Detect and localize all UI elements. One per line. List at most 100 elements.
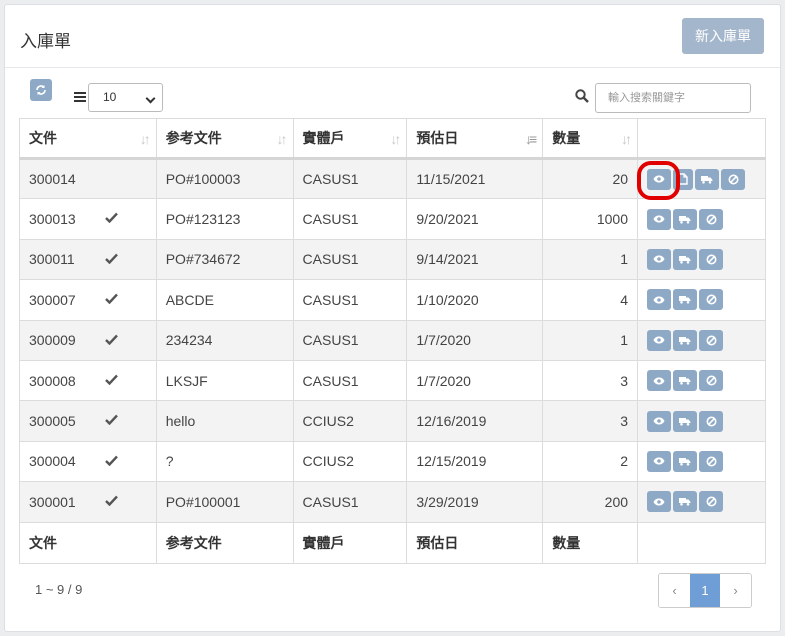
document-number[interactable]: 300014 — [29, 171, 76, 187]
table-row: 300008 LKSJF CASUS1 1/7/2020 3 — [19, 359, 766, 402]
ship-button[interactable] — [695, 168, 720, 190]
cell-estimated-date: 12/16/2019 — [406, 400, 544, 442]
ship-button[interactable] — [673, 248, 698, 270]
cell-document: 300004 — [19, 440, 157, 483]
eye-icon — [653, 377, 665, 385]
list-icon — [74, 92, 86, 104]
ban-icon — [728, 174, 739, 185]
search-input[interactable]: 輸入搜索關鍵字 — [595, 83, 751, 113]
document-number[interactable]: 300013 — [29, 211, 76, 227]
eye-icon — [653, 417, 665, 425]
footer-reference: 参考文件 — [155, 521, 294, 564]
document-number[interactable]: 300005 — [29, 413, 76, 429]
cell-quantity: 3 — [542, 400, 639, 442]
cancel-button[interactable] — [699, 208, 724, 230]
cell-estimated-date: 12/15/2019 — [406, 440, 544, 483]
view-button[interactable] — [647, 370, 672, 392]
refresh-button[interactable] — [30, 79, 52, 101]
cell-document: 300014 — [19, 157, 157, 200]
footer-entity: 實體戶 — [292, 521, 408, 564]
row-actions — [647, 289, 756, 311]
table-row: 300005 hello CCIUS2 12/16/2019 3 — [19, 400, 766, 442]
ship-button[interactable] — [673, 370, 698, 392]
ship-button[interactable] — [673, 410, 698, 432]
row-actions — [647, 370, 756, 392]
cancel-button[interactable] — [699, 370, 724, 392]
cell-document: 300005 — [19, 400, 157, 442]
table-row: 300001 PO#100001 CASUS1 3/29/2019 200 — [19, 481, 766, 523]
ban-icon — [706, 294, 717, 305]
table-row: 300013 PO#123123 CASUS1 9/20/2021 1000 — [19, 198, 766, 240]
ship-button[interactable] — [673, 208, 698, 230]
truck-icon — [701, 175, 713, 184]
cell-actions — [637, 440, 766, 483]
sort-icon: ↓↑ — [621, 131, 632, 147]
document-number[interactable]: 300001 — [29, 494, 76, 510]
cell-entity: CASUS1 — [292, 198, 408, 240]
cell-estimated-date: 9/14/2021 — [406, 238, 544, 281]
truck-icon — [679, 215, 691, 224]
prev-page-button[interactable]: ‹ — [659, 574, 690, 607]
document-number[interactable]: 300011 — [29, 251, 75, 267]
column-header-estimated-date[interactable]: 預估日 ↓≡ — [406, 118, 544, 160]
column-header-entity[interactable]: 實體戶 ↓↑ — [292, 118, 408, 160]
cell-quantity: 3 — [542, 359, 639, 402]
check-icon — [105, 493, 118, 509]
ban-icon — [706, 375, 717, 386]
cancel-button[interactable] — [699, 450, 724, 472]
ship-button[interactable] — [673, 289, 698, 311]
cancel-button[interactable] — [699, 491, 724, 513]
page-button-current[interactable]: 1 — [690, 574, 720, 607]
view-button[interactable] — [647, 491, 672, 513]
view-button[interactable] — [647, 410, 672, 432]
cell-entity: CASUS1 — [292, 319, 408, 361]
cancel-button[interactable] — [699, 329, 724, 351]
cell-reference: PO#734672 — [155, 238, 294, 281]
cancel-button[interactable] — [699, 289, 724, 311]
view-button[interactable] — [647, 329, 672, 351]
view-button[interactable] — [647, 248, 672, 270]
document-number[interactable]: 300004 — [29, 453, 76, 469]
cancel-button[interactable] — [699, 248, 724, 270]
cancel-button[interactable] — [721, 168, 746, 190]
document-number[interactable]: 300009 — [29, 332, 76, 348]
next-page-button[interactable]: › — [720, 574, 751, 607]
row-actions — [647, 208, 756, 230]
new-receipt-button[interactable]: 新入庫單 — [682, 18, 764, 54]
ban-icon — [706, 335, 717, 346]
eye-icon — [653, 296, 665, 304]
cell-reference: PO#100003 — [155, 157, 294, 200]
column-header-quantity[interactable]: 數量 ↓↑ — [542, 118, 639, 160]
cell-actions — [637, 359, 766, 402]
cell-reference: PO#100001 — [155, 481, 294, 523]
footer-document: 文件 — [19, 521, 157, 564]
column-header-reference[interactable]: 参考文件 ↓↑ — [155, 118, 294, 160]
cell-quantity: 2 — [542, 440, 639, 483]
check-icon — [105, 291, 118, 307]
ship-button[interactable] — [673, 491, 698, 513]
cancel-button[interactable] — [699, 410, 724, 432]
document-number[interactable]: 300008 — [29, 373, 76, 389]
page-size-select[interactable]: 10 — [88, 83, 163, 112]
search-icon — [575, 89, 589, 103]
view-button[interactable] — [647, 208, 672, 230]
cell-actions — [637, 319, 766, 361]
cell-estimated-date: 1/10/2020 — [406, 279, 544, 321]
view-button[interactable] — [647, 450, 672, 472]
ban-icon — [706, 416, 717, 427]
cell-document: 300011 — [19, 238, 157, 281]
ship-button[interactable] — [673, 450, 698, 472]
view-button[interactable] — [647, 289, 672, 311]
cell-entity: CASUS1 — [292, 359, 408, 402]
column-header-actions — [637, 118, 766, 160]
page-title: 入庫單 — [20, 32, 71, 51]
cell-reference: PO#123123 — [155, 198, 294, 240]
ship-button[interactable] — [673, 329, 698, 351]
sort-desc-icon: ↓≡ — [525, 131, 537, 147]
document-number[interactable]: 300007 — [29, 292, 76, 308]
cell-estimated-date: 11/15/2021 — [406, 157, 544, 200]
cell-entity: CASUS1 — [292, 481, 408, 523]
cell-reference: hello — [155, 400, 294, 442]
column-header-document[interactable]: 文件 ↓↑ — [19, 118, 157, 160]
footer-estimated-date: 預估日 — [406, 521, 544, 564]
